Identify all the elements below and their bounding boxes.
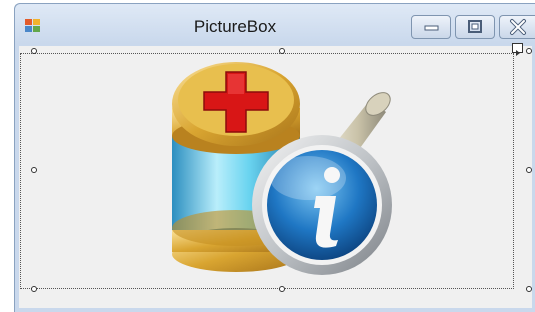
picture-image <box>172 62 392 275</box>
